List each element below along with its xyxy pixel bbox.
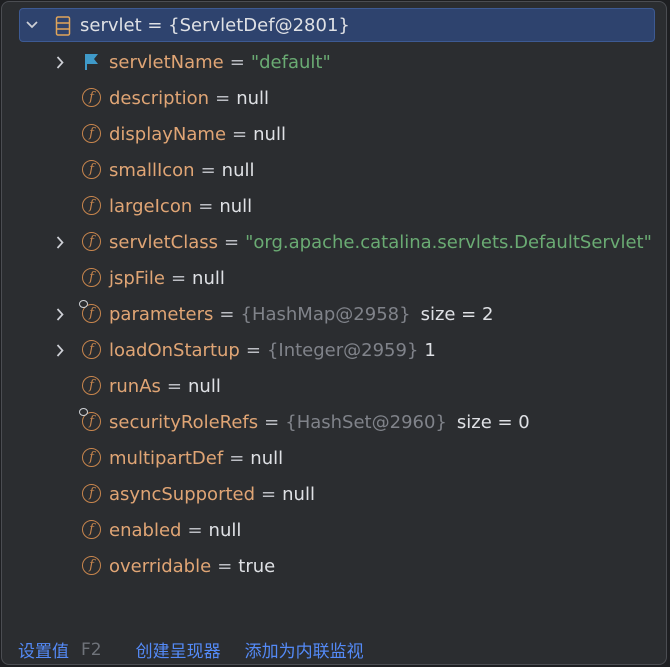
field-label: servletClass = "org.apache.catalina.servle… — [109, 232, 652, 253]
equals-sign: = — [187, 519, 203, 541]
field-name: largeIcon — [109, 195, 193, 217]
field-value: null — [219, 195, 253, 217]
add-inline-watch-link[interactable]: 添加为内联监视 — [245, 637, 364, 662]
equals-sign: = — [200, 159, 216, 181]
field-label: parameters = {HashMap@2958} size = 2 — [109, 304, 493, 325]
lock-icon — [79, 300, 88, 308]
field-label: jspFile = null — [109, 268, 225, 289]
field-label: loadOnStartup = {Integer@2959} 1 — [109, 340, 436, 361]
field-value: null — [236, 87, 270, 109]
equals-sign: = — [229, 51, 245, 73]
field-label: servletName = "default" — [109, 52, 331, 73]
equals-sign: = — [219, 303, 235, 325]
field-name: smallIcon — [109, 159, 195, 181]
field-value: null — [192, 267, 225, 289]
object-reference: {HashSet@2960} — [285, 411, 447, 433]
root-eq: = — [141, 14, 169, 36]
final-field-icon: f — [79, 300, 101, 323]
field-icon: f — [82, 124, 101, 143]
root-row[interactable]: servlet = {ServletDef@2801} — [19, 8, 655, 42]
root-label: servlet = {ServletDef@2801} — [80, 15, 350, 36]
flag-icon — [84, 53, 100, 76]
root-value: {ServletDef@2801} — [168, 14, 350, 36]
variables-popup: servlet = {ServletDef@2801} servletName =… — [1, 1, 667, 665]
field-icon: f — [82, 376, 101, 395]
equals-sign: = — [261, 483, 277, 505]
equals-sign: = — [229, 447, 245, 469]
equals-sign: = — [198, 195, 214, 217]
field-icon: f — [82, 484, 101, 503]
field-name: enabled — [109, 519, 182, 541]
field-value: null — [282, 483, 315, 505]
set-value-link[interactable]: 设置值 — [18, 637, 69, 662]
equals-sign: = — [245, 339, 261, 361]
lock-icon — [79, 408, 88, 416]
string-value: "org.apache.catalina.servlets.DefaultSer… — [245, 231, 652, 253]
field-label: description = null — [109, 88, 269, 109]
field-value: true — [238, 555, 276, 577]
root-name: servlet — [80, 14, 142, 36]
field-value: null — [250, 447, 284, 469]
field-name: runAs — [109, 375, 161, 397]
field-name: overridable — [109, 555, 212, 577]
field-label: displayName = null — [109, 124, 286, 145]
field-label: asyncSupported = null — [109, 484, 315, 505]
field-value: null — [253, 123, 286, 145]
field-icon: f — [82, 196, 101, 215]
field-name: servletClass — [109, 231, 218, 253]
field-icon: f — [82, 232, 101, 251]
field-icon: f — [82, 556, 101, 575]
field-value: null — [188, 375, 221, 397]
equals-sign: = — [215, 87, 231, 109]
equals-sign: = — [170, 267, 187, 289]
field-icon: f — [82, 160, 101, 179]
field-label: smallIcon = null — [109, 160, 255, 181]
numeric-value: 1 — [424, 339, 436, 361]
field-name: loadOnStartup — [109, 339, 240, 361]
field-icon: f — [82, 88, 101, 107]
string-value: "default" — [250, 51, 331, 73]
equals-sign: = — [224, 231, 240, 253]
field-label: multipartDef = null — [109, 448, 283, 469]
chevron-right-icon[interactable] — [54, 343, 66, 357]
field-name: asyncSupported — [109, 483, 256, 505]
field-icon: f — [82, 520, 101, 539]
create-renderer-link[interactable]: 创建呈现器 — [136, 637, 221, 662]
equals-sign: = — [217, 555, 233, 577]
collection-size: size = 0 — [456, 411, 530, 433]
field-name: jspFile — [109, 267, 165, 289]
chevron-right-icon[interactable] — [54, 307, 66, 321]
field-name: servletName — [109, 51, 224, 73]
field-name: parameters — [109, 303, 214, 325]
field-value: null — [221, 159, 255, 181]
field-label: largeIcon = null — [109, 196, 252, 217]
field-label: overridable = true — [109, 556, 275, 577]
set-value-shortcut: F2 — [81, 639, 102, 660]
field-icon: f — [82, 448, 101, 467]
object-reference: {Integer@2959} — [266, 339, 419, 361]
field-label: securityRoleRefs = {HashSet@2960} size = 0 — [109, 412, 530, 433]
field-name: securityRoleRefs — [109, 411, 259, 433]
field-name: displayName — [109, 123, 227, 145]
chevron-right-icon[interactable] — [54, 235, 66, 249]
field-name: description — [109, 87, 210, 109]
equals-sign: = — [232, 123, 248, 145]
object-reference: {HashMap@2958} — [240, 303, 411, 325]
final-field-icon: f — [79, 408, 101, 431]
field-icon: f — [82, 268, 101, 287]
footer-actions: 设置值 F2 创建呈现器 添加为内联监视 — [18, 637, 364, 663]
chevron-right-icon[interactable] — [54, 55, 66, 69]
equals-sign: = — [166, 375, 183, 397]
chevron-down-icon[interactable] — [26, 18, 38, 32]
field-icon: f — [82, 340, 101, 359]
equals-sign: = — [264, 411, 280, 433]
field-name: multipartDef — [109, 447, 224, 469]
field-label: runAs = null — [109, 376, 221, 397]
collection-size: size = 2 — [420, 303, 494, 325]
field-label: enabled = null — [109, 520, 241, 541]
object-icon — [55, 16, 71, 41]
field-value: null — [208, 519, 242, 541]
